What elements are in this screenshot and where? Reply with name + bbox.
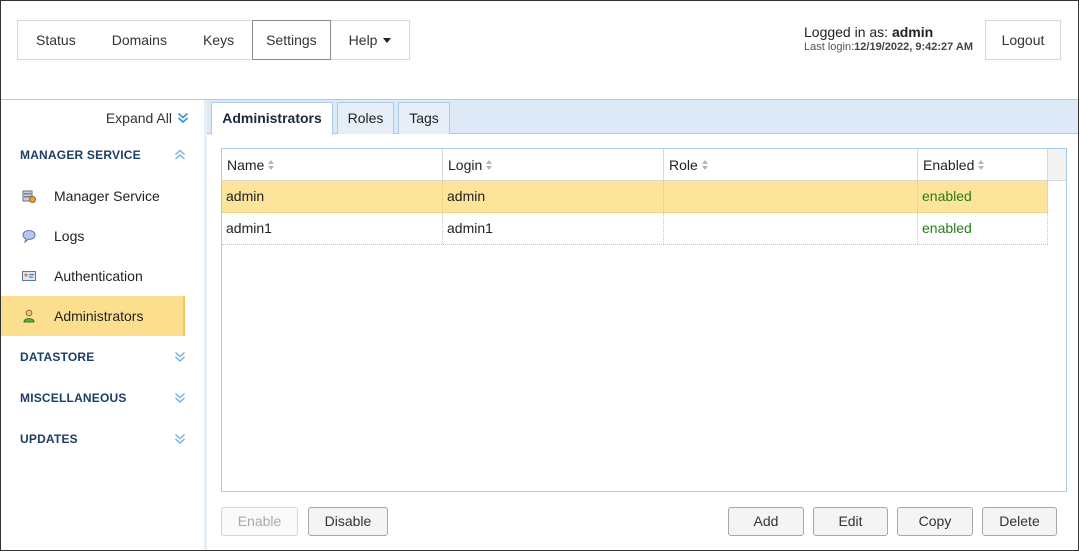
edit-button[interactable]: Edit xyxy=(813,507,888,536)
sidebar-item-label: Manager Service xyxy=(54,188,160,204)
nav-help-label: Help xyxy=(348,32,378,48)
tab-tags[interactable]: Tags xyxy=(398,102,450,134)
sidebar-item-authentication[interactable]: Authentication xyxy=(1,256,185,296)
tab-bar: Administrators Roles Tags xyxy=(207,100,1078,135)
nav-domains[interactable]: Domains xyxy=(94,21,185,59)
sidebar-item-label: Administrators xyxy=(54,308,144,324)
sort-icon xyxy=(268,160,275,171)
cell-role xyxy=(664,213,918,244)
double-chevron-up-icon xyxy=(174,149,186,161)
server-icon xyxy=(22,189,36,203)
double-chevron-down-icon xyxy=(174,433,186,445)
double-chevron-down-icon xyxy=(174,392,186,404)
tab-administrators[interactable]: Administrators xyxy=(211,102,333,135)
cell-enabled: enabled xyxy=(918,213,1048,244)
nav-status[interactable]: Status xyxy=(18,21,94,59)
last-login-prefix: Last login: xyxy=(804,41,855,53)
nav-settings[interactable]: Settings xyxy=(252,20,331,60)
sidebar-item-logs[interactable]: Logs xyxy=(1,216,185,256)
tab-roles[interactable]: Roles xyxy=(337,102,394,134)
column-header-role[interactable]: Role xyxy=(664,149,918,181)
login-info: Logged in as: admin Last login:12/19/202… xyxy=(804,24,973,53)
top-navigation: Status Domains Keys Settings Help xyxy=(17,20,411,60)
cell-name: admin xyxy=(222,181,443,212)
id-card-icon xyxy=(22,269,36,283)
nav-keys[interactable]: Keys xyxy=(185,21,252,59)
table-row[interactable]: admin admin enabled xyxy=(222,181,1048,213)
add-button[interactable]: Add xyxy=(728,507,804,536)
table-row[interactable]: admin1 admin1 enabled xyxy=(222,213,1048,245)
caret-down-icon xyxy=(383,37,392,43)
speech-bubble-icon xyxy=(22,229,36,244)
logged-in-as: Logged in as: admin xyxy=(804,24,973,40)
cell-login: admin xyxy=(443,181,664,212)
last-login-time: 12/19/2022, 9:42:27 AM xyxy=(854,41,973,53)
column-header-label: Login xyxy=(448,157,483,173)
cell-name: admin1 xyxy=(222,213,443,244)
logout-button[interactable]: Logout xyxy=(985,20,1061,60)
sort-icon xyxy=(486,160,493,171)
user-icon xyxy=(22,309,36,323)
column-header-name[interactable]: Name xyxy=(222,149,443,181)
delete-button[interactable]: Delete xyxy=(982,507,1057,536)
column-header-label: Enabled xyxy=(923,157,975,173)
section-updates[interactable]: UPDATES xyxy=(20,429,186,449)
grid-header: Name Login Role Enabled xyxy=(222,149,1048,181)
section-manager-service-title: MANAGER SERVICE xyxy=(20,148,141,162)
double-chevron-down-icon xyxy=(177,112,189,124)
logged-in-prefix: Logged in as: xyxy=(804,24,892,40)
sidebar-item-label: Logs xyxy=(54,228,85,244)
column-header-label: Role xyxy=(669,157,698,173)
sidebar-item-administrators[interactable]: Administrators xyxy=(1,296,185,336)
disable-button[interactable]: Disable xyxy=(308,507,388,536)
sidebar-splitter[interactable] xyxy=(204,100,207,550)
cell-role xyxy=(664,181,918,212)
sidebar: Expand All MANAGER SERVICE Manager Servi… xyxy=(1,100,203,550)
nav-help[interactable]: Help xyxy=(331,21,410,59)
double-chevron-down-icon xyxy=(174,351,186,363)
cell-login: admin1 xyxy=(443,213,664,244)
section-miscellaneous[interactable]: MISCELLANEOUS xyxy=(20,388,186,408)
expand-all-label: Expand All xyxy=(105,110,172,126)
section-updates-title: UPDATES xyxy=(20,432,78,446)
column-header-label: Name xyxy=(227,157,265,173)
section-manager-service[interactable]: MANAGER SERVICE xyxy=(20,145,186,165)
section-datastore[interactable]: DATASTORE xyxy=(20,347,186,367)
section-miscellaneous-title: MISCELLANEOUS xyxy=(20,391,127,405)
grid-header-filler xyxy=(1048,149,1066,181)
sidebar-item-manager-service[interactable]: Manager Service xyxy=(1,176,185,216)
column-header-login[interactable]: Login xyxy=(443,149,664,181)
cell-enabled: enabled xyxy=(918,181,1048,212)
logged-in-user: admin xyxy=(891,24,934,40)
administrators-grid: Name Login Role Enabled admin admin enab… xyxy=(221,148,1067,492)
column-header-enabled[interactable]: Enabled xyxy=(918,149,1048,181)
section-datastore-title: DATASTORE xyxy=(20,350,95,364)
last-login: Last login:12/19/2022, 9:42:27 AM xyxy=(804,41,973,53)
sort-icon xyxy=(978,160,985,171)
sort-icon xyxy=(701,160,708,171)
enable-button[interactable]: Enable xyxy=(221,507,298,536)
copy-button[interactable]: Copy xyxy=(897,507,973,536)
expand-all-toggle[interactable]: Expand All xyxy=(106,110,189,126)
sidebar-item-label: Authentication xyxy=(54,268,143,284)
